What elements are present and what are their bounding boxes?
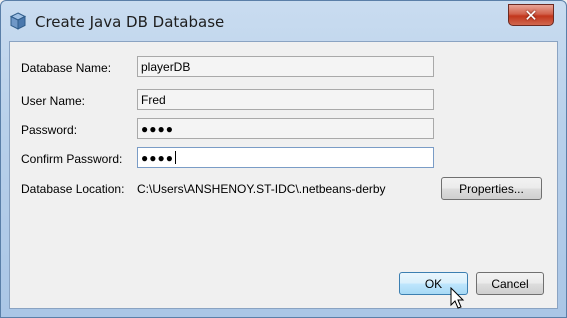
- user-name-value: Fred: [141, 93, 166, 107]
- close-icon: ✕: [524, 5, 538, 25]
- title-bar[interactable]: Create Java DB Database ✕: [1, 1, 566, 41]
- close-button[interactable]: ✕: [508, 4, 554, 26]
- dialog-window: Create Java DB Database ✕ Database Name:…: [0, 0, 567, 318]
- database-name-field[interactable]: playerDB: [137, 56, 434, 77]
- properties-button[interactable]: Properties...: [441, 177, 542, 200]
- ok-button-label: OK: [424, 276, 443, 291]
- dialog-content: Database Name: playerDB User Name: Fred …: [9, 41, 558, 309]
- password-field[interactable]: ●●●●: [137, 118, 434, 139]
- cancel-button[interactable]: Cancel: [476, 272, 544, 295]
- text-caret: [175, 151, 176, 164]
- user-name-field[interactable]: Fred: [137, 89, 434, 110]
- mouse-pointer-icon: [450, 287, 465, 309]
- password-label: Password:: [21, 123, 78, 137]
- cancel-button-label: Cancel: [491, 276, 529, 291]
- confirm-password-value: ●●●●: [141, 151, 174, 165]
- password-value: ●●●●: [141, 122, 174, 136]
- confirm-password-label: Confirm Password:: [21, 152, 123, 166]
- window-title: Create Java DB Database: [35, 13, 225, 31]
- user-name-label: User Name:: [21, 94, 86, 108]
- database-name-label: Database Name:: [21, 61, 112, 75]
- database-name-value: playerDB: [141, 60, 191, 74]
- database-icon: [9, 12, 27, 30]
- database-location-value: C:\Users\ANSHENOY.ST-IDC\.netbeans-derby: [137, 182, 386, 196]
- database-location-label: Database Location:: [21, 182, 125, 196]
- confirm-password-field[interactable]: ●●●●: [137, 147, 434, 168]
- properties-button-label: Properties...: [459, 181, 524, 196]
